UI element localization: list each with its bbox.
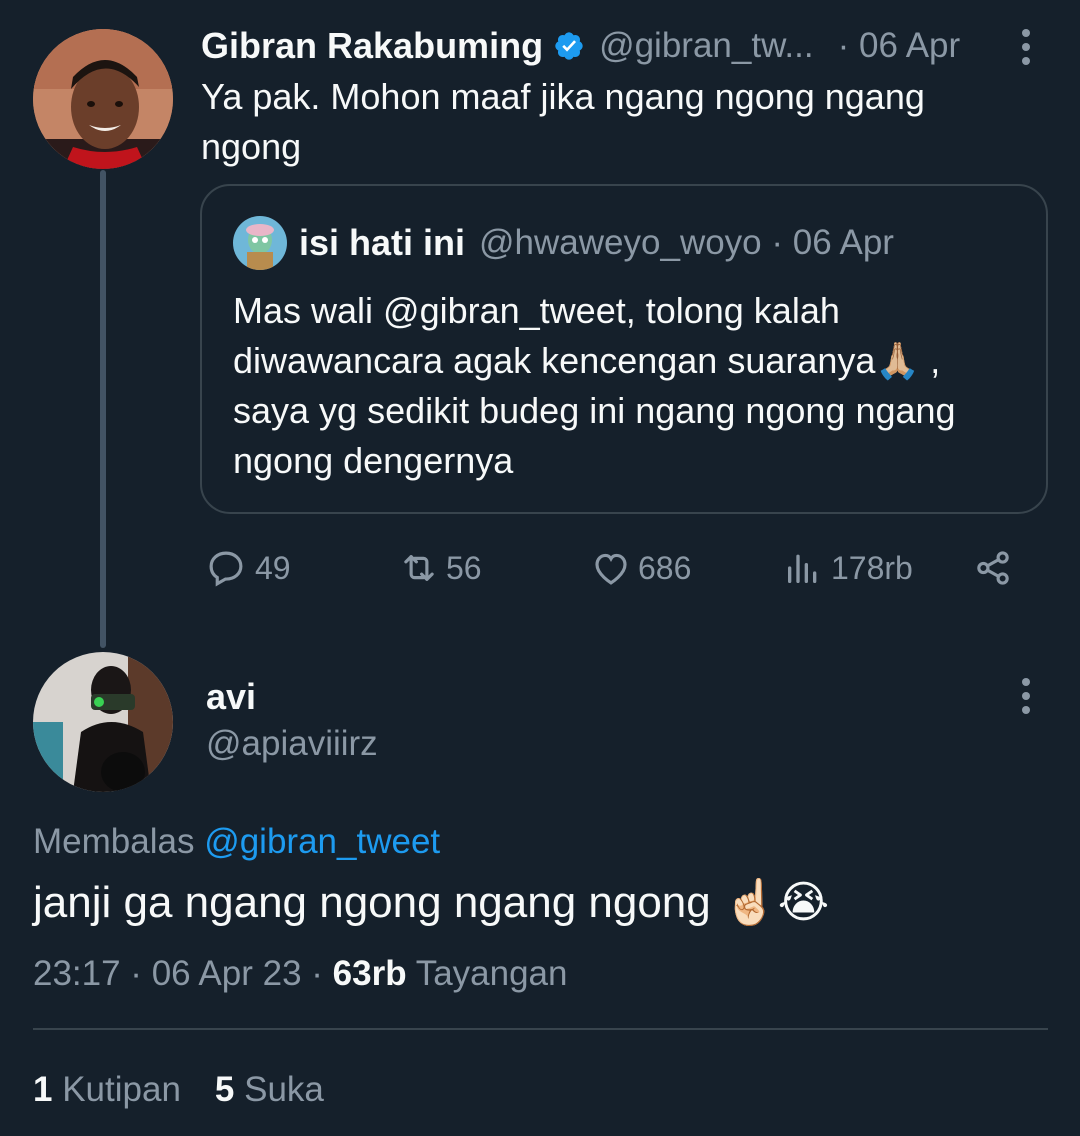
quoted-text: Mas wali @gibran_tweet, tolong kalah diw… <box>233 286 1033 486</box>
retweet-count: 56 <box>446 549 482 586</box>
like-icon <box>590 547 632 589</box>
quoted-text-line: diwawancara agak kencengan suaranya🙏🏼 , <box>233 340 941 381</box>
quoted-header: isi hati ini @hwaweyo_woyo · 06 Apr <box>299 218 894 268</box>
avatar-gibran-image <box>33 29 173 169</box>
quotes-count: 1 <box>33 1070 53 1109</box>
author-handle[interactable]: @gibran_tw... <box>599 26 814 66</box>
quoted-handle: @hwaweyo_woyo · 06 Apr <box>479 223 894 262</box>
likes-label: Suka <box>244 1070 324 1109</box>
avatar-avi-image <box>33 652 173 792</box>
more-icon[interactable] <box>1022 29 1030 71</box>
reply-author-name[interactable]: avi <box>206 676 256 718</box>
tweet-text-line: ngong <box>201 126 302 167</box>
views-icon <box>783 547 823 589</box>
divider <box>33 1028 1048 1030</box>
quoted-text-line: Mas wali @gibran_tweet, tolong kalah <box>233 290 840 331</box>
share-button[interactable] <box>972 548 1014 588</box>
like-count: 686 <box>638 549 692 586</box>
quoted-tweet-card[interactable]: isi hati ini @hwaweyo_woyo · 06 Apr Mas … <box>200 184 1048 514</box>
retweet-icon <box>396 547 442 589</box>
reply-text: janji ga ngang ngong ngang ngong ☝🏻😭 <box>33 878 830 927</box>
tweet-text: Ya pak. Mohon maaf jika ngang ngong ngan… <box>201 72 1021 172</box>
reply-timestamp[interactable]: 23:17 · 06 Apr 23 · <box>33 954 323 993</box>
views-button[interactable]: 178rb <box>783 548 913 588</box>
replying-to-link[interactable]: @gibran_tweet <box>204 822 440 861</box>
quoted-text-line: saya yg sedikit budeg ini ngang ngong ng… <box>233 390 956 431</box>
replying-to: Membalas @gibran_tweet <box>33 822 440 862</box>
like-button[interactable]: 686 <box>590 548 691 588</box>
more-icon[interactable] <box>1022 678 1030 720</box>
share-icon <box>972 547 1014 589</box>
reply-stats: 1 Kutipan 5 Suka <box>33 1070 324 1110</box>
avatar-gibran[interactable] <box>33 29 173 169</box>
verified-badge-icon <box>553 30 585 62</box>
likes-stat[interactable]: 5 Suka <box>215 1070 324 1110</box>
reply-icon <box>205 547 247 589</box>
reply-meta: 23:17 · 06 Apr 23 · 63rb Tayangan <box>33 954 567 994</box>
quoted-text-line: ngong dengernya <box>233 440 514 481</box>
quoted-author-name: isi hati ini <box>299 222 466 263</box>
reply-button[interactable]: 49 <box>205 548 291 588</box>
reply-author-handle[interactable]: @apiaviiirz <box>206 724 378 764</box>
thread-connector-line <box>100 170 106 648</box>
tweet-header: Gibran Rakabuming @gibran_tw... · 06 Apr <box>201 24 960 68</box>
retweet-button[interactable]: 56 <box>396 548 482 588</box>
avatar-quoted <box>233 216 287 270</box>
author-name[interactable]: Gibran Rakabuming <box>201 25 543 67</box>
reply-views-count: 63rb <box>332 954 407 993</box>
views-count: 178rb <box>831 549 913 586</box>
reply-count: 49 <box>255 549 291 586</box>
tweet-text-line: Ya pak. Mohon maaf jika ngang ngong ngan… <box>201 76 925 117</box>
reply-views-label: Tayangan <box>415 954 568 993</box>
tweet-date[interactable]: · 06 Apr <box>838 26 961 66</box>
quotes-label: Kutipan <box>62 1070 181 1109</box>
likes-count: 5 <box>214 1070 235 1109</box>
avatar-avi[interactable] <box>33 652 173 792</box>
quotes-stat[interactable]: 1 Kutipan <box>33 1070 181 1110</box>
replying-prefix: Membalas <box>33 822 195 861</box>
